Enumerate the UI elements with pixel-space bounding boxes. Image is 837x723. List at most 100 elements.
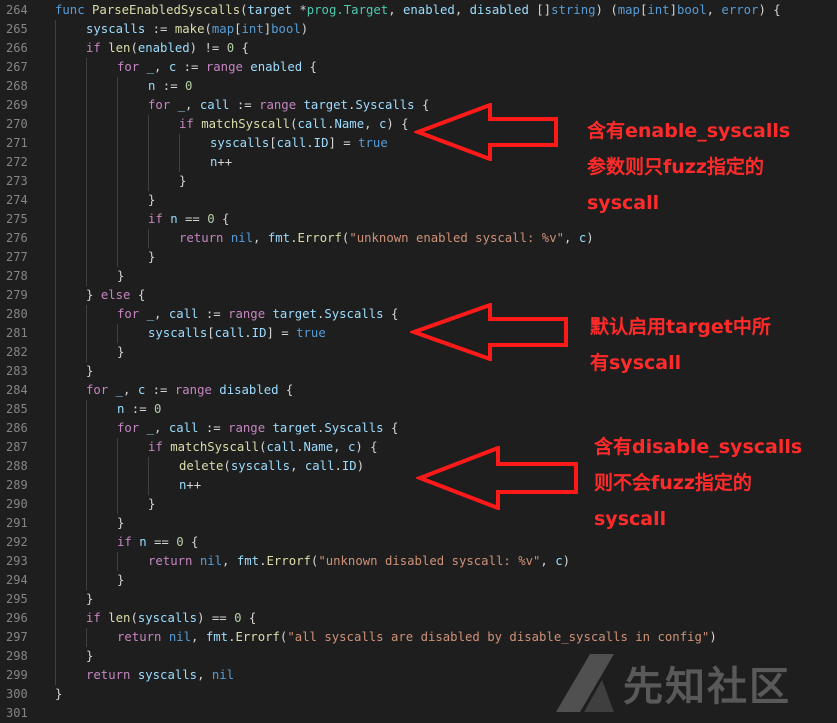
code-line[interactable]: 296 if len(syscalls) == 0 { [0, 609, 837, 628]
annotation-line: syscall [594, 508, 667, 530]
line-number: 277 [6, 250, 28, 264]
line-number: 285 [6, 402, 28, 416]
indent-guide [117, 476, 118, 495]
code-token: bool [271, 22, 301, 36]
code-token: enabled [403, 3, 455, 17]
indent-guide [86, 210, 87, 229]
code-token: fmt [205, 630, 229, 644]
code-token: == [146, 535, 177, 549]
code-token: ID [251, 326, 267, 340]
indent-guide [117, 248, 118, 267]
code-token: := [229, 98, 260, 112]
code-token: map [617, 3, 640, 17]
code-token: prog.Target [306, 3, 389, 17]
code-token: ( [240, 3, 248, 17]
code-token: , [154, 60, 169, 74]
line-number: 287 [6, 440, 28, 454]
code-text: return syscalls, nil [86, 666, 234, 685]
code-token: } [55, 687, 63, 701]
line-number: 271 [6, 136, 28, 150]
code-line[interactable]: 276 return nil, fmt.Errorf("unknown enabl… [0, 229, 837, 248]
code-token: return [179, 231, 231, 245]
code-token: matchSyscall [170, 440, 260, 454]
code-token: disabled [219, 383, 279, 397]
code-token: n [139, 535, 147, 549]
code-text: } [117, 267, 124, 286]
indent-guide [179, 134, 180, 153]
code-token: call [297, 117, 328, 131]
code-token: ID [313, 136, 329, 150]
code-token: [ [207, 326, 215, 340]
line-number: 265 [6, 22, 28, 36]
indent-guide [55, 666, 56, 685]
code-token: for [86, 383, 116, 397]
code-token: ] [669, 3, 677, 17]
code-line[interactable]: 294} [0, 571, 837, 590]
code-token: target [247, 3, 292, 17]
indent-guide [55, 286, 56, 305]
code-line[interactable]: 266 if len(enabled) != 0 { [0, 39, 837, 58]
code-text: } [148, 495, 155, 514]
code-line[interactable]: 295} [0, 590, 837, 609]
line-number: 268 [6, 79, 28, 93]
code-token: , [154, 307, 169, 321]
code-text: syscalls[call.ID] = true [210, 134, 388, 153]
code-line[interactable]: 284 for _, c := range disabled { [0, 381, 837, 400]
annotation-line: 含有enable_syscalls [587, 120, 791, 142]
code-line[interactable]: 265 syscalls := make(map[int]bool) [0, 20, 837, 39]
indent-guide [86, 400, 87, 419]
code-token: nil [211, 668, 235, 682]
code-token: call [168, 307, 199, 321]
line-number: 280 [6, 307, 28, 321]
code-token: . [306, 136, 314, 150]
code-token: map [211, 22, 235, 36]
code-line[interactable]: 277} [0, 248, 837, 267]
code-line[interactable]: 278} [0, 267, 837, 286]
arrow-left-icon [410, 303, 568, 361]
indent-guide [117, 77, 118, 96]
indent-guide [117, 96, 118, 115]
indent-guide [117, 134, 118, 153]
code-token: range [205, 60, 251, 74]
code-token: ) == [197, 611, 235, 625]
indent-guide [55, 58, 56, 77]
code-token: , [123, 383, 138, 397]
code-line[interactable]: 285 n := 0 [0, 400, 837, 419]
indent-guide [117, 229, 118, 248]
code-token: func [55, 3, 93, 17]
code-token: _ [177, 98, 186, 112]
annotation-line: 含有disable_syscalls [594, 436, 803, 458]
code-text: if len(syscalls) == 0 { [86, 609, 256, 628]
code-token: , [154, 421, 169, 435]
code-line[interactable]: 268 n := 0 [0, 77, 837, 96]
indent-guide [117, 191, 118, 210]
code-text: } [148, 248, 155, 267]
indent-guide [86, 438, 87, 457]
indent-guide [117, 210, 118, 229]
indent-guide [55, 590, 56, 609]
indent-guide [148, 229, 149, 248]
code-line[interactable]: 267 for _, c := range enabled { [0, 58, 837, 77]
code-text: return nil, fmt.Errorf("unknown disabled… [148, 552, 570, 571]
line-number: 292 [6, 535, 28, 549]
code-text: return nil, fmt.Errorf("unknown enabled … [179, 229, 594, 248]
code-text: func ParseEnabledSyscalls(target *prog.T… [55, 1, 781, 20]
line-number: 291 [6, 516, 28, 530]
code-token: syscalls [86, 22, 146, 36]
code-text: n++ [210, 153, 232, 172]
code-token: enabled [137, 41, 190, 55]
code-token: ] = [328, 136, 359, 150]
code-token: ) [356, 459, 365, 473]
code-token: { [278, 383, 294, 397]
indent-guide [179, 153, 180, 172]
code-token: ) { [386, 117, 409, 131]
code-token: int [647, 3, 670, 17]
indent-guide [55, 438, 56, 457]
indent-guide [86, 514, 87, 533]
code-token: nil [230, 231, 254, 245]
code-line[interactable]: 264 func ParseEnabledSyscalls(target *pro… [0, 1, 837, 20]
code-token: fmt [267, 231, 291, 245]
line-number: 270 [6, 117, 28, 131]
code-token: 0 [226, 41, 235, 55]
code-line[interactable]: 293 return nil, fmt.Errorf("unknown disab… [0, 552, 837, 571]
